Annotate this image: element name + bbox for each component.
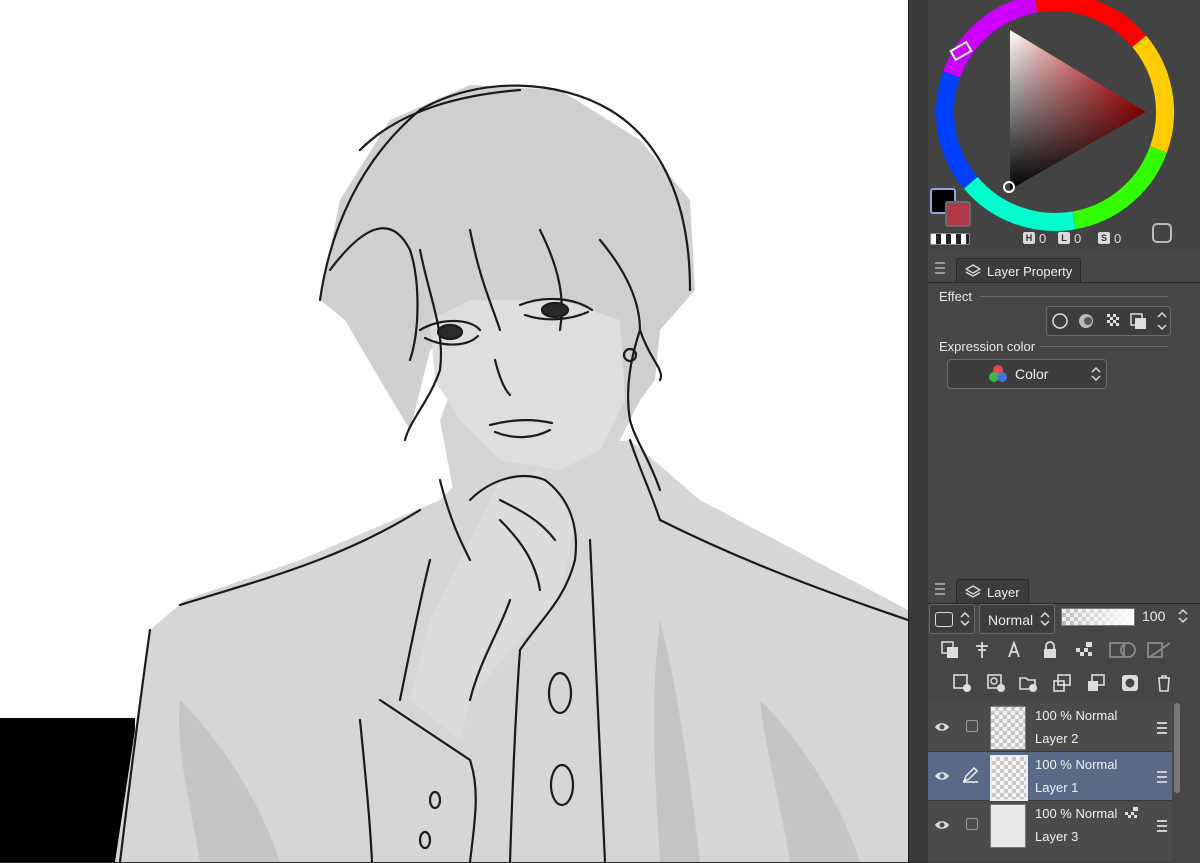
eye-icon[interactable] xyxy=(934,719,950,735)
saturation-readout: S 0 xyxy=(1098,230,1121,246)
draft-layer-icon[interactable] xyxy=(1006,640,1026,660)
luminance-value: 0 xyxy=(1074,230,1082,246)
hue-value: 0 xyxy=(1039,230,1047,246)
layer-row-layer-2[interactable]: 100 % Normal Layer 2 xyxy=(928,703,1172,752)
effect-label: Effect xyxy=(939,289,973,304)
layer-thumbnail xyxy=(990,755,1028,801)
blend-mode-select[interactable]: Normal xyxy=(979,604,1055,634)
right-panel: H 0 L 0 S 0 Layer Property Effect Expres… xyxy=(928,0,1200,863)
lock-icon[interactable] xyxy=(1040,640,1060,660)
layer-thumbnail xyxy=(990,706,1026,750)
layer-row-layer-1[interactable]: 100 % Normal Layer 1 xyxy=(928,752,1172,801)
new-raster-layer-icon[interactable] xyxy=(952,673,972,693)
layer-property-menu-icon[interactable] xyxy=(935,262,945,274)
new-vector-layer-icon[interactable] xyxy=(986,673,1006,693)
layer-name: Layer 1 xyxy=(1035,780,1079,795)
layer-thumbnail xyxy=(990,804,1026,848)
panel-divider[interactable] xyxy=(908,0,929,862)
lock-transparent-pixels-icon[interactable] xyxy=(1074,640,1094,660)
luminance-key-label: L xyxy=(1058,232,1070,244)
tab-layer[interactable]: Layer xyxy=(956,579,1029,604)
effect-icons[interactable] xyxy=(1047,307,1170,335)
new-folder-icon[interactable] xyxy=(1018,673,1038,693)
layer-menu-icon[interactable] xyxy=(1157,722,1167,734)
layer-menu-icon[interactable] xyxy=(1157,820,1167,832)
layer-list-scrollbar[interactable] xyxy=(1174,703,1180,793)
blend-mode-value: Normal xyxy=(988,612,1034,628)
layer-opacity-mode: 100 % Normal xyxy=(1035,708,1118,723)
enable-mask-icon[interactable] xyxy=(1108,640,1138,660)
expression-color-label: Expression color xyxy=(939,339,1036,354)
palette-color-select[interactable] xyxy=(929,604,975,634)
eye-icon[interactable] xyxy=(934,817,950,833)
delete-layer-icon[interactable] xyxy=(1154,673,1174,693)
transfer-to-lower-layer-icon[interactable] xyxy=(1052,673,1072,693)
rgb-color-icon xyxy=(989,365,1007,382)
opacity-value: 100 xyxy=(1142,608,1166,624)
layer-row-layer-3[interactable]: 100 % Normal Layer 3 xyxy=(928,801,1172,863)
chevron-updown-icon xyxy=(1040,611,1050,627)
tab-label: Layer Property xyxy=(987,263,1073,279)
layer-opacity-mode: 100 % Normal xyxy=(1035,757,1118,772)
layer-property-icon xyxy=(965,264,981,277)
opacity-slider[interactable] xyxy=(1061,608,1135,626)
layer-name: Layer 2 xyxy=(1035,731,1079,746)
merge-with-layer-below-icon[interactable] xyxy=(1086,673,1106,693)
layer-checkbox[interactable] xyxy=(966,720,978,732)
divider xyxy=(980,296,1168,297)
expression-color-value: Color xyxy=(1015,366,1049,382)
layer-property-panel: Effect Expression color Color xyxy=(928,282,1200,575)
chevron-updown-icon xyxy=(1091,366,1101,382)
eye-icon[interactable] xyxy=(934,768,950,784)
clip-to-layer-below-icon[interactable] xyxy=(940,640,960,660)
lock-transparent-pixels-icon xyxy=(1125,807,1138,818)
expand-icon[interactable] xyxy=(1152,223,1172,243)
color-wheel-panel: H 0 L 0 S 0 xyxy=(928,0,1200,250)
saturation-value: 0 xyxy=(1114,230,1122,246)
transparent-color-swatch[interactable] xyxy=(930,233,970,245)
divider xyxy=(1040,346,1168,347)
drawing-canvas[interactable] xyxy=(0,0,908,862)
sketch-artwork xyxy=(0,84,908,862)
show-ruler-icon[interactable] xyxy=(1146,640,1176,660)
layer-panel-menu-icon[interactable] xyxy=(935,583,945,595)
luminance-readout: L 0 xyxy=(1058,230,1081,246)
pen-icon xyxy=(962,766,979,783)
layer-name: Layer 3 xyxy=(1035,829,1079,844)
layer-opacity-mode: 100 % Normal xyxy=(1035,806,1118,821)
hue-key-label: H xyxy=(1023,232,1035,244)
chevron-updown-icon xyxy=(960,611,970,627)
sub-color-swatch[interactable] xyxy=(945,201,971,227)
hue-readout: H 0 xyxy=(1023,230,1046,246)
square-icon xyxy=(935,612,953,627)
layers-icon xyxy=(965,585,981,598)
reference-layer-icon[interactable] xyxy=(972,640,992,660)
saturation-key-label: S xyxy=(1098,232,1110,244)
expression-color-select[interactable]: Color xyxy=(947,359,1107,389)
opacity-stepper[interactable] xyxy=(1178,606,1188,626)
tab-layer-property[interactable]: Layer Property xyxy=(956,258,1082,283)
layer-checkbox[interactable] xyxy=(966,818,978,830)
create-layer-mask-icon[interactable] xyxy=(1120,673,1140,693)
effect-buttons xyxy=(1046,306,1171,336)
tab-label: Layer xyxy=(987,584,1020,600)
layer-menu-icon[interactable] xyxy=(1157,771,1167,783)
